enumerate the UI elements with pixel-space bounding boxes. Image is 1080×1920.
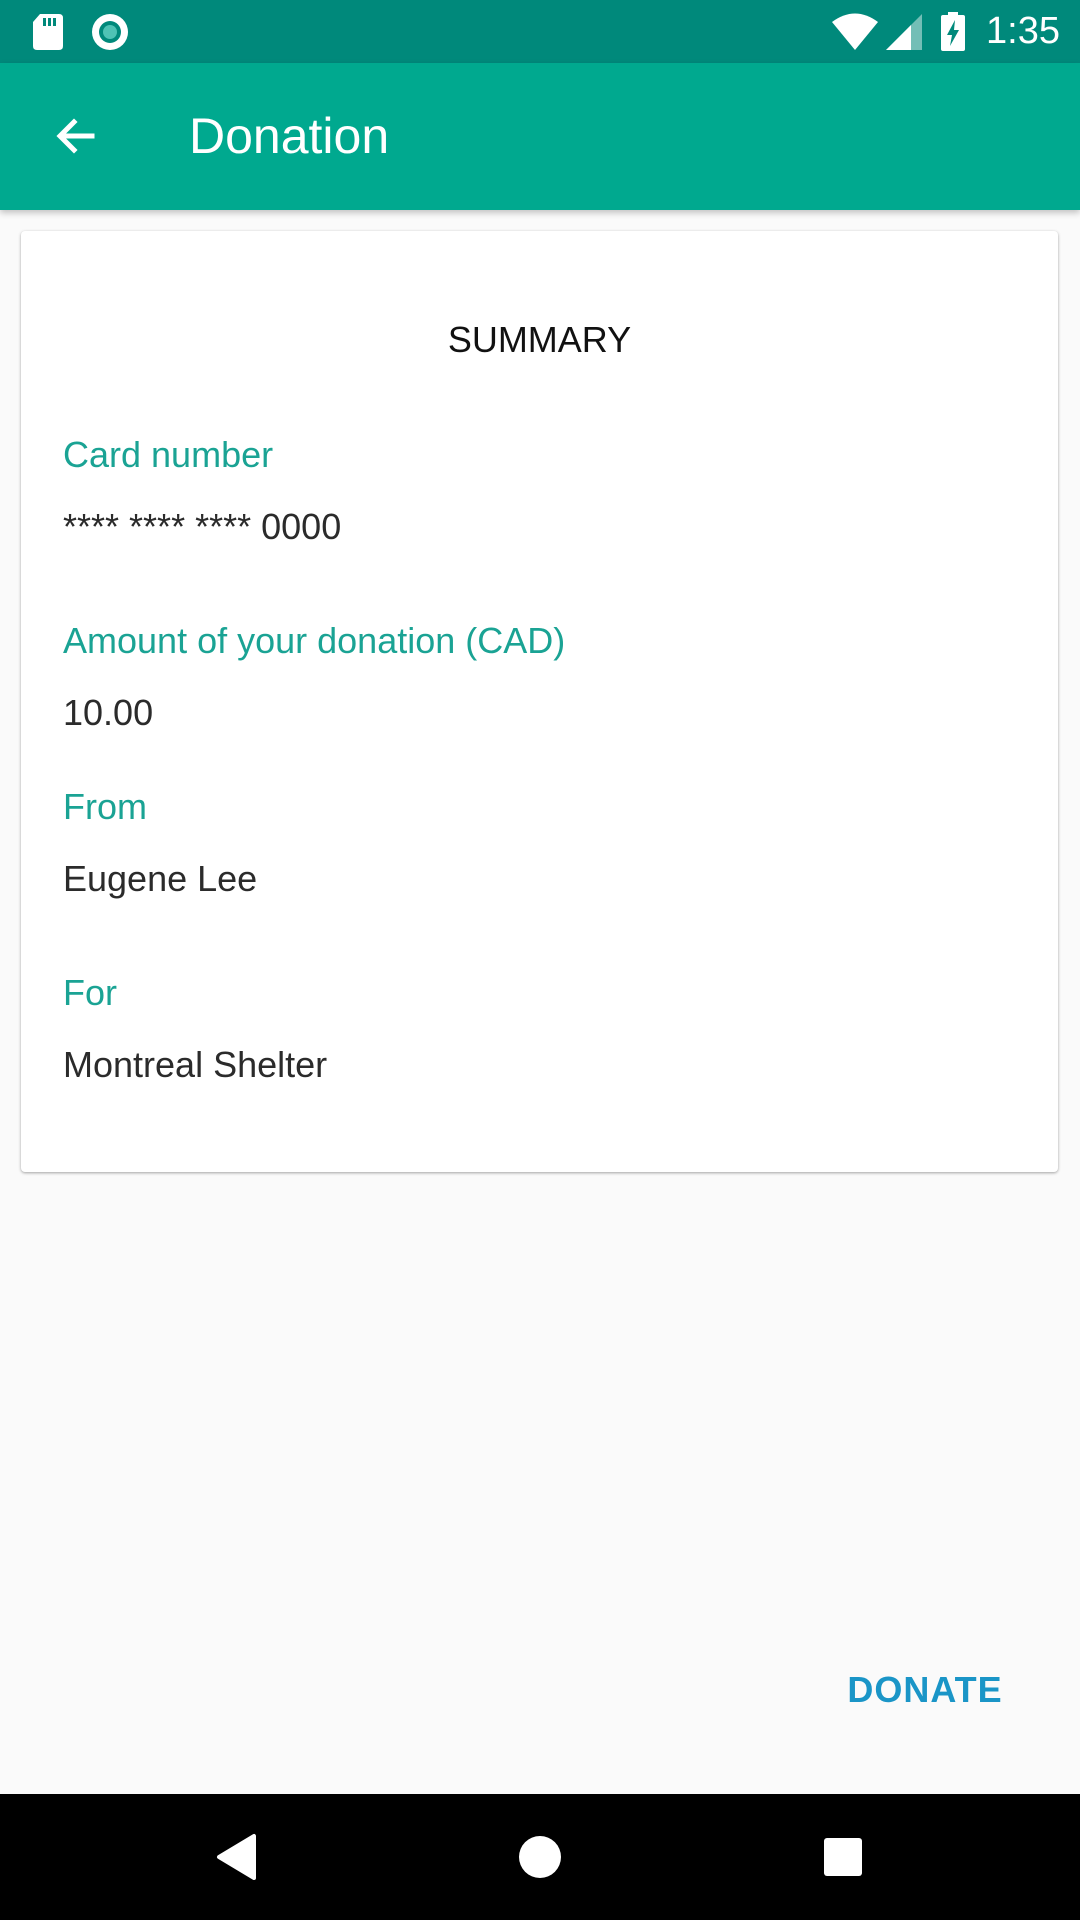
system-nav-bar [0,1794,1080,1920]
donation-amount-label: Amount of your donation (CAD) [63,620,566,661]
status-time: 1:35 [986,10,1060,52]
circle-app-icon [88,0,132,63]
summary-card: SUMMARY Card number **** **** **** 0000 … [21,231,1058,1172]
home-circle-icon [519,1836,561,1878]
back-triangle-icon [217,1834,256,1880]
signal-icon [884,0,924,63]
donation-amount-value: 10.00 [63,692,154,733]
card-number-label: Card number [63,434,274,475]
from-value: Eugene Lee [63,858,258,899]
battery-charging-icon [938,0,968,63]
status-bar: 1:35 [0,0,1080,63]
for-value: Montreal Shelter [63,1044,328,1085]
nav-home-button[interactable] [500,1817,580,1897]
nav-recents-button[interactable] [803,1817,883,1897]
for-label: For [63,972,117,1013]
donate-button[interactable]: DONATE [830,1654,1020,1726]
page-title: Donation [189,108,390,164]
back-button[interactable] [34,94,118,178]
summary-title: SUMMARY [447,319,632,360]
wifi-icon [830,0,880,63]
from-label: From [63,786,147,827]
sd-card-icon [28,0,68,63]
nav-back-button[interactable] [197,1817,277,1897]
card-number-value: **** **** **** 0000 [63,506,342,547]
recents-square-icon [824,1838,862,1876]
app-bar: Donation [0,63,1080,210]
arrow-back-icon [56,118,95,154]
